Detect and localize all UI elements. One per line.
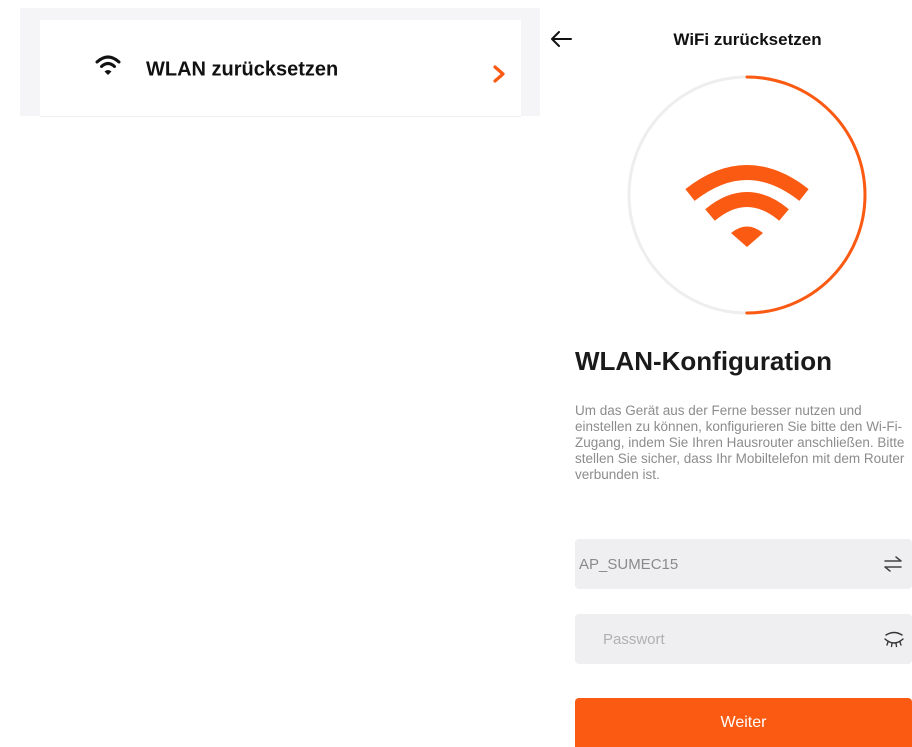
wlan-reset-item[interactable]: WLAN zurücksetzen bbox=[40, 20, 521, 117]
wifi-icon bbox=[685, 165, 809, 247]
progress-ring bbox=[627, 75, 867, 315]
settings-list-panel: WLAN zurücksetzen bbox=[20, 8, 540, 117]
arrow-left-icon[interactable] bbox=[548, 28, 574, 50]
config-description: Um das Gerät aus der Ferne besser nutzen… bbox=[575, 403, 905, 482]
password-input[interactable] bbox=[575, 614, 865, 664]
ssid-field bbox=[575, 539, 912, 589]
wlan-reset-label: WLAN zurücksetzen bbox=[146, 58, 339, 81]
page-title: WiFi zurücksetzen bbox=[673, 30, 822, 49]
chevron-right-icon bbox=[493, 65, 505, 83]
password-field bbox=[575, 614, 912, 664]
next-button[interactable]: Weiter bbox=[575, 698, 912, 747]
switch-arrows-icon[interactable] bbox=[882, 554, 904, 574]
wifi-icon bbox=[95, 55, 121, 75]
config-heading: WLAN-Konfiguration bbox=[575, 346, 833, 376]
ssid-input[interactable] bbox=[575, 539, 865, 589]
eye-closed-icon[interactable] bbox=[882, 631, 906, 649]
